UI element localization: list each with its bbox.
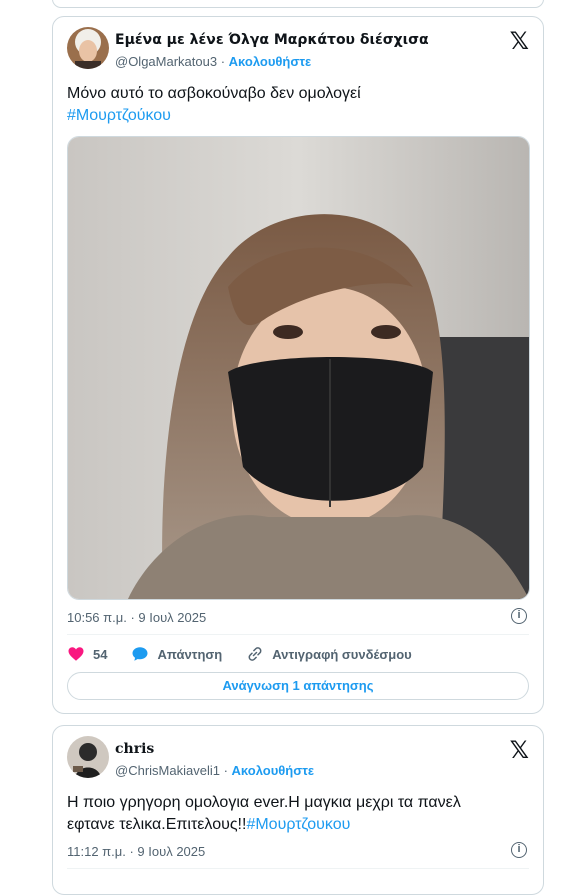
tweet-card[interactable]: chris @ChrisMakiaveli1 · Ακολουθήστε 𝕏 Η… bbox=[52, 725, 544, 895]
follow-button[interactable]: Ακολουθήστε bbox=[229, 54, 312, 69]
photo-image bbox=[68, 137, 529, 599]
copy-link-button[interactable]: Αντιγραφή συνδέσμου bbox=[246, 645, 412, 663]
handle-row: @OlgaMarkatou3 · Ακολουθήστε bbox=[115, 54, 311, 69]
hashtag-link[interactable]: #Μουρτζούκου bbox=[67, 105, 529, 127]
link-icon bbox=[248, 647, 262, 661]
avatar[interactable] bbox=[67, 27, 109, 69]
divider bbox=[67, 868, 529, 869]
timestamp[interactable]: 10:56 π.μ. · 9 Ιουλ 2025 bbox=[67, 610, 206, 625]
reply-label: Απάντηση bbox=[157, 646, 223, 662]
display-name[interactable]: chris bbox=[115, 741, 154, 757]
handle[interactable]: @OlgaMarkatou3 bbox=[115, 54, 217, 69]
hashtag-link[interactable]: #Μουρτζουκου bbox=[246, 816, 350, 833]
tweet-text-line: Η ποιο γρηγορη ομολογια ever.Η μαγκια με… bbox=[67, 794, 461, 811]
speech-bubble-icon bbox=[132, 647, 148, 661]
copy-link-label: Αντιγραφή συνδέσμου bbox=[272, 646, 412, 662]
heart-icon bbox=[68, 647, 84, 661]
info-icon[interactable]: i bbox=[511, 608, 527, 624]
tweet-photo[interactable] bbox=[67, 136, 530, 600]
like-button[interactable]: 54 bbox=[67, 645, 107, 663]
tweet-text-line: εφτανε τελικα.Επιτελους!!#Μουρτζουκου bbox=[67, 814, 529, 836]
like-count: 54 bbox=[93, 646, 108, 662]
action-bar: 54 Απάντηση Αντιγραφή συνδέσμου bbox=[67, 643, 436, 665]
previous-tweet-card bbox=[52, 0, 544, 8]
tweet-text: Η ποιο γρηγορη ομολογια ever.Η μαγκια με… bbox=[67, 792, 529, 836]
display-name[interactable]: Εμένα με λένε Όλγα Μαρκάτου διέσχισα bbox=[115, 32, 429, 48]
divider bbox=[67, 634, 529, 635]
separator: · bbox=[220, 54, 226, 69]
follow-button[interactable]: Ακολουθήστε bbox=[232, 763, 315, 778]
reply-button[interactable]: Απάντηση bbox=[131, 645, 222, 663]
tweet-text-line: Μόνο αυτό το ασβοκούναβο δεν ομολογεί bbox=[67, 85, 361, 102]
avatar[interactable] bbox=[67, 736, 109, 778]
read-replies-button[interactable]: Ανάγνωση 1 απάντησης bbox=[67, 672, 529, 700]
timestamp[interactable]: 11:12 π.μ. · 9 Ιουλ 2025 bbox=[67, 844, 205, 859]
tweet-text-fragment: εφτανε τελικα.Επιτελους!! bbox=[67, 816, 247, 833]
handle-row: @ChrisMakiaveli1 · Ακολουθήστε bbox=[115, 763, 314, 778]
tweet-text: Μόνο αυτό το ασβοκούναβο δεν ομολογεί #Μ… bbox=[67, 83, 529, 127]
x-logo-icon[interactable]: 𝕏 bbox=[510, 27, 529, 55]
x-logo-icon[interactable]: 𝕏 bbox=[510, 736, 529, 764]
info-icon[interactable]: i bbox=[511, 842, 527, 858]
separator: · bbox=[223, 763, 228, 778]
tweet-card[interactable]: Εμένα με λένε Όλγα Μαρκάτου διέσχισα @Ol… bbox=[52, 16, 544, 714]
handle[interactable]: @ChrisMakiaveli1 bbox=[115, 763, 220, 778]
